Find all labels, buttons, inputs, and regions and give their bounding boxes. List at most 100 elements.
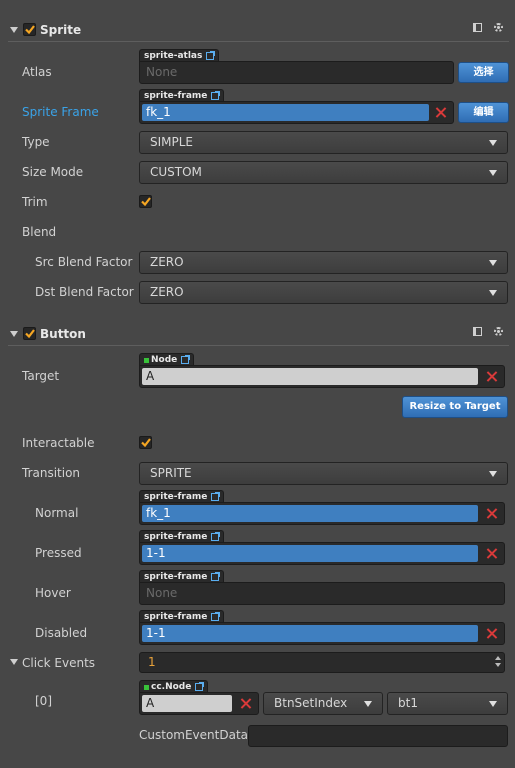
sprite-header-icons <box>473 23 503 32</box>
dst-blend-value: ZERO <box>150 285 184 299</box>
event-0-component-value: BtnSetIndex <box>274 696 348 710</box>
node-dot-icon <box>144 357 149 363</box>
size-mode-select[interactable]: CUSTOM <box>139 161 508 184</box>
chevron-down-icon <box>364 701 372 707</box>
event-0-label: [0] <box>35 694 52 708</box>
chevron-down-icon <box>489 170 497 176</box>
pressed-label: Pressed <box>35 546 82 560</box>
event-0-component-select[interactable]: BtnSetIndex <box>263 692 383 715</box>
external-link-icon[interactable] <box>206 51 216 60</box>
button-section-title: Button <box>40 327 86 341</box>
transition-select[interactable]: SPRITE <box>139 462 508 485</box>
close-icon[interactable] <box>486 508 497 519</box>
book-icon[interactable] <box>473 327 482 336</box>
atlas-value: None <box>146 65 178 79</box>
close-icon[interactable] <box>486 548 497 559</box>
type-value: SIMPLE <box>150 135 194 149</box>
sprite-section-header[interactable]: Sprite <box>0 17 515 43</box>
chevron-down-icon[interactable] <box>10 27 18 33</box>
atlas-field[interactable]: None <box>139 61 454 84</box>
size-mode-value: CUSTOM <box>150 165 202 179</box>
button-header-icons <box>473 327 503 336</box>
event-0-node-field[interactable]: A <box>139 692 259 715</box>
gear-icon[interactable] <box>494 23 503 32</box>
chevron-down-icon <box>489 260 497 266</box>
click-events-count: 1 <box>148 655 156 669</box>
event-0-handler-select[interactable]: bt1 <box>387 692 508 715</box>
click-events-label: Click Events <box>22 656 96 670</box>
button-section-header[interactable]: Button <box>0 321 515 347</box>
atlas-select-button[interactable]: 选择 <box>458 62 509 83</box>
chevron-down-icon <box>489 701 497 707</box>
event-0-node-value: A <box>142 695 232 712</box>
src-blend-select[interactable]: ZERO <box>139 251 508 274</box>
event-0-handler-value: bt1 <box>398 696 418 710</box>
external-link-icon[interactable] <box>211 612 221 621</box>
dst-blend-select[interactable]: ZERO <box>139 281 508 304</box>
chevron-down-icon <box>489 140 497 146</box>
divider <box>8 41 509 42</box>
normal-label: Normal <box>35 506 79 520</box>
check-icon <box>24 329 35 338</box>
check-icon <box>140 438 151 447</box>
divider <box>8 345 509 346</box>
custom-event-data-label: CustomEventData <box>139 728 249 742</box>
chevron-down-icon <box>489 290 497 296</box>
disabled-field[interactable]: 1-1 <box>139 622 505 645</box>
transition-value: SPRITE <box>150 466 192 480</box>
normal-value: fk_1 <box>142 505 478 522</box>
sprite-section-title: Sprite <box>40 23 82 37</box>
interactable-checkbox[interactable] <box>139 436 152 449</box>
transition-label: Transition <box>22 466 81 480</box>
stepper-icon[interactable] <box>493 655 502 670</box>
pressed-field[interactable]: 1-1 <box>139 542 505 565</box>
interactable-label: Interactable <box>22 436 95 450</box>
dst-blend-label: Dst Blend Factor <box>35 285 134 299</box>
click-events-count-field[interactable]: 1 <box>139 652 505 673</box>
chevron-down-icon[interactable] <box>10 331 18 337</box>
pressed-value: 1-1 <box>142 545 478 562</box>
sprite-frame-label: Sprite Frame <box>22 105 99 119</box>
hover-field[interactable]: None <box>139 582 505 605</box>
book-icon[interactable] <box>473 23 482 32</box>
size-mode-label: Size Mode <box>22 165 84 179</box>
trim-checkbox[interactable] <box>139 195 152 208</box>
external-link-icon[interactable] <box>211 492 221 501</box>
target-field[interactable]: A <box>139 365 505 388</box>
disabled-label: Disabled <box>35 626 88 640</box>
external-link-icon[interactable] <box>211 91 221 100</box>
node-dot-icon <box>144 684 149 690</box>
chevron-down-icon[interactable] <box>10 659 18 665</box>
hover-label: Hover <box>35 586 71 600</box>
chevron-down-icon <box>489 471 497 477</box>
custom-event-data-input[interactable] <box>248 725 508 747</box>
target-label: Target <box>22 369 60 383</box>
close-icon[interactable] <box>240 698 251 709</box>
blend-label: Blend <box>22 225 57 239</box>
target-value: A <box>142 368 478 385</box>
trim-label: Trim <box>22 195 48 209</box>
type-select[interactable]: SIMPLE <box>139 131 508 154</box>
close-icon[interactable] <box>486 628 497 639</box>
sprite-frame-edit-button[interactable]: 编辑 <box>458 102 509 123</box>
disabled-value: 1-1 <box>142 625 478 642</box>
check-icon <box>24 25 35 34</box>
sprite-frame-field[interactable]: fk_1 <box>139 101 454 124</box>
close-icon[interactable] <box>486 371 497 382</box>
check-icon <box>140 197 151 206</box>
external-link-icon[interactable] <box>181 355 191 364</box>
type-label: Type <box>22 135 50 149</box>
atlas-label: Atlas <box>22 65 52 79</box>
close-icon[interactable] <box>435 107 446 118</box>
resize-to-target-button[interactable]: Resize to Target <box>402 396 508 418</box>
sprite-enabled-checkbox[interactable] <box>23 23 36 36</box>
sprite-frame-value: fk_1 <box>142 104 429 121</box>
external-link-icon[interactable] <box>195 682 205 691</box>
button-enabled-checkbox[interactable] <box>23 327 36 340</box>
normal-field[interactable]: fk_1 <box>139 502 505 525</box>
gear-icon[interactable] <box>494 327 503 336</box>
external-link-icon[interactable] <box>211 572 221 581</box>
external-link-icon[interactable] <box>211 532 221 541</box>
src-blend-label: Src Blend Factor <box>35 255 133 269</box>
src-blend-value: ZERO <box>150 255 184 269</box>
